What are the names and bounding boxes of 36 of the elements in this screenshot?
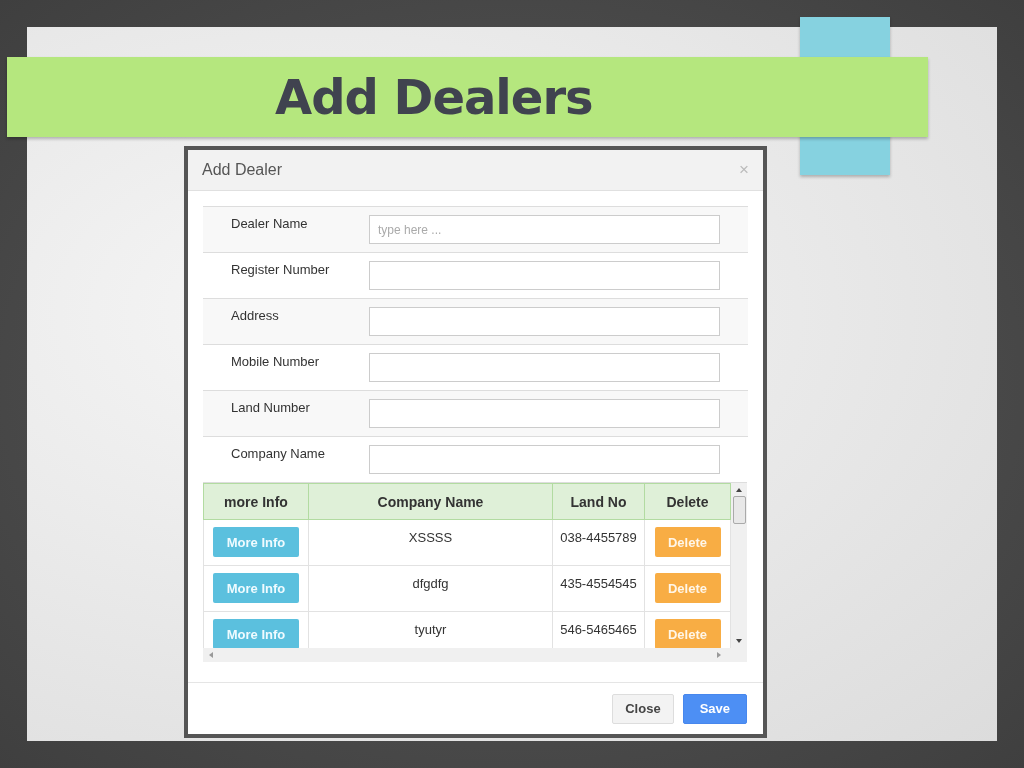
- scroll-left-icon[interactable]: [209, 652, 213, 658]
- delete-button[interactable]: Delete: [654, 573, 721, 603]
- more-info-button[interactable]: More Info: [213, 527, 299, 557]
- input-field[interactable]: [369, 261, 720, 290]
- delete-button[interactable]: Delete: [654, 619, 721, 648]
- scroll-up-icon[interactable]: [736, 488, 742, 492]
- input-field[interactable]: [369, 399, 720, 428]
- input-field[interactable]: [369, 307, 720, 336]
- column-header: more Info: [203, 483, 309, 520]
- table-cell: 435-4554545: [552, 565, 645, 612]
- table-cell: XSSSS: [308, 519, 553, 566]
- field-label: Address: [230, 307, 280, 323]
- scroll-down-icon[interactable]: [736, 639, 742, 643]
- more-info-button[interactable]: More Info: [213, 573, 299, 603]
- field-label: Register Number: [230, 261, 331, 277]
- field-label: Dealer Name: [230, 215, 309, 231]
- column-header: Delete: [644, 483, 731, 520]
- field-label: Company Name: [230, 445, 326, 461]
- more-info-button[interactable]: More Info: [213, 619, 299, 648]
- delete-button[interactable]: Delete: [654, 527, 721, 557]
- column-header: Company Name: [308, 483, 553, 520]
- input-field[interactable]: type here ...: [369, 215, 720, 244]
- field-label: Mobile Number: [230, 353, 321, 369]
- input-field[interactable]: [369, 353, 720, 382]
- slide-title: Add Dealers: [275, 69, 593, 125]
- save-button[interactable]: Save: [682, 693, 747, 724]
- dialog-title: Add Dealer: [202, 161, 283, 179]
- close-button[interactable]: ×: [739, 160, 749, 180]
- field-label: Land Number: [230, 399, 311, 415]
- table-cell: dfgdfg: [308, 565, 553, 612]
- column-header: Land No: [552, 483, 645, 520]
- table-cell: 038-4455789: [552, 519, 645, 566]
- scroll-right-icon[interactable]: [717, 652, 721, 658]
- scrollbar-thumb[interactable]: [732, 496, 746, 524]
- close-dialog-button[interactable]: Close: [612, 693, 674, 724]
- input-field[interactable]: [369, 445, 720, 474]
